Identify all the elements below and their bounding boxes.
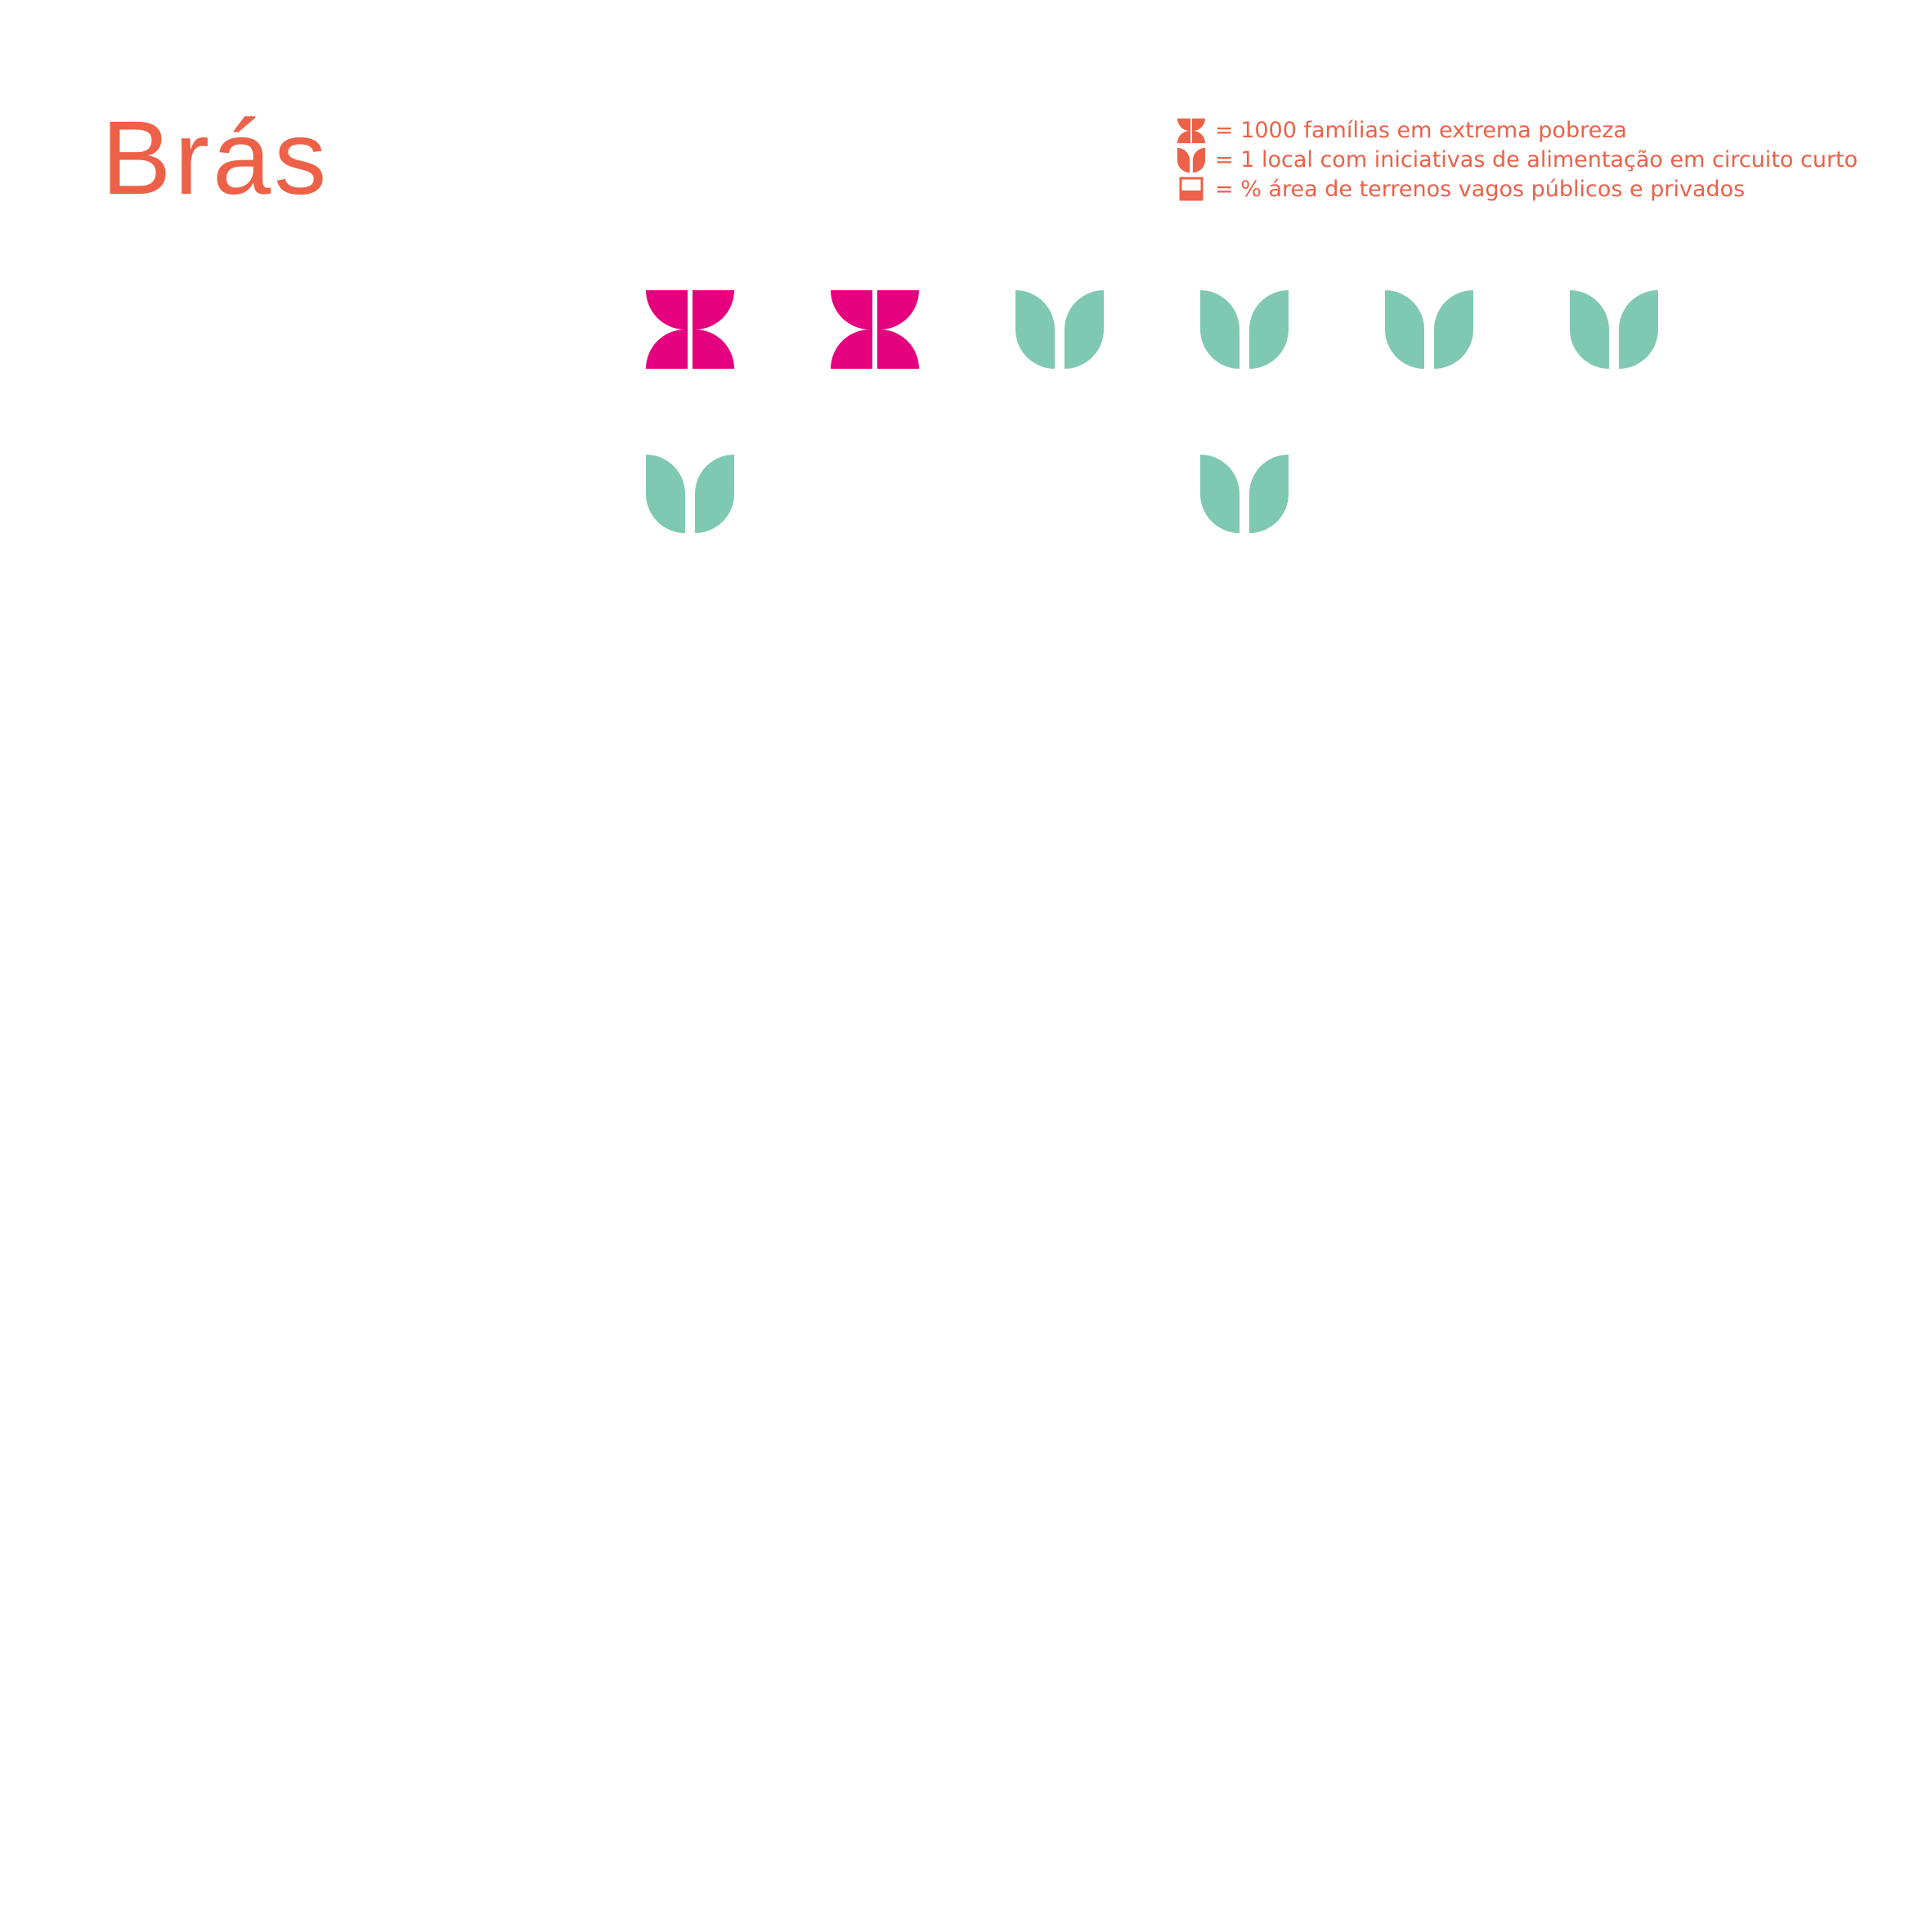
legend-item-vacant: = % área de terrenos vagos públicos e pr… [1177, 175, 1858, 204]
legend-label-poverty: = 1000 famílias em extrema pobreza [1215, 118, 1627, 143]
pictogram-grid [646, 290, 1856, 619]
sprout-icon [1200, 290, 1289, 369]
sprout-icon [1385, 290, 1473, 369]
sprout-icon [1177, 146, 1205, 174]
poverty-icon [646, 290, 734, 369]
legend-item-poverty: = 1000 famílias em extrema pobreza [1177, 116, 1858, 146]
sprout-icon [1570, 290, 1658, 369]
sprout-icon [1015, 290, 1104, 369]
poverty-icon [831, 290, 919, 369]
legend: = 1000 famílias em extrema pobreza = 1 l… [1177, 116, 1858, 204]
legend-label-vacant: = % área de terrenos vagos públicos e pr… [1215, 177, 1746, 202]
vacant-land-icon [1177, 176, 1205, 204]
legend-label-food: = 1 local com iniciativas de alimentação… [1215, 147, 1858, 173]
sprout-icon [646, 455, 734, 533]
sprout-icon [1200, 455, 1289, 533]
legend-item-food: = 1 local com iniciativas de alimentação… [1177, 146, 1858, 175]
poverty-icon [1177, 117, 1205, 145]
page-title: Brás [101, 100, 330, 217]
